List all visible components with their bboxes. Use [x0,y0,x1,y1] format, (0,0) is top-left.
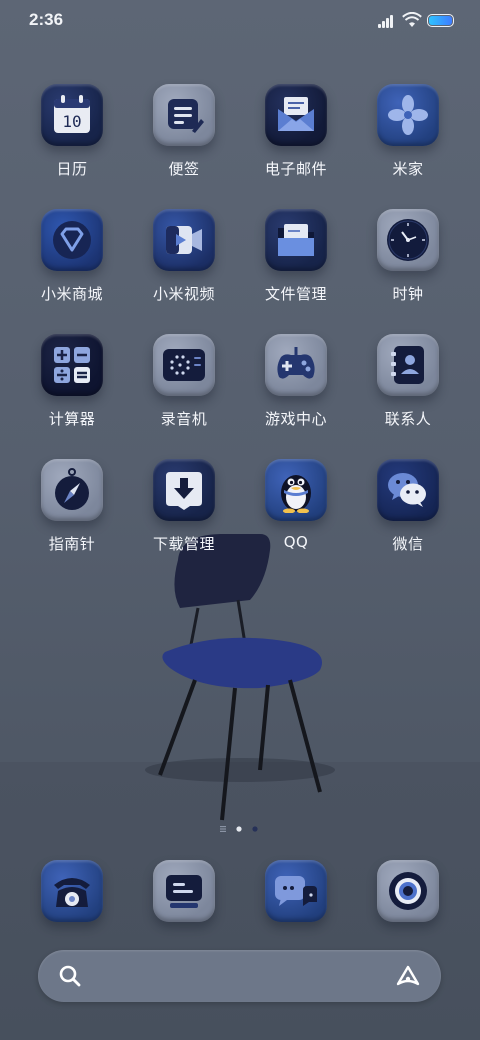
clock-icon [377,209,439,271]
download-icon [153,459,215,521]
app-label: 电子邮件 [264,160,327,178]
page-indicator-menu-icon [220,826,226,832]
app-wechat[interactable]: 微信 [352,459,464,569]
app-label: 小米商城 [40,285,103,303]
app-gamecenter[interactable]: 游戏中心 [240,334,352,444]
app-label: 日历 [56,160,88,178]
contacts-icon [377,334,439,396]
app-compass[interactable]: 指南针 [16,459,128,569]
app-label: 便签 [168,160,200,178]
signal-icon [378,14,396,28]
app-mail[interactable]: 电子邮件 [240,84,352,194]
app-notes[interactable]: 便签 [128,84,240,194]
app-label: 小米视频 [152,285,215,303]
battery-icon [427,14,454,27]
store-icon [41,209,103,271]
flower-icon [377,84,439,146]
app-files[interactable]: 文件管理 [240,209,352,319]
app-label: 微信 [392,535,424,553]
wifi-icon [402,12,422,27]
page-dot-active [236,826,242,832]
app-qq[interactable]: QQ [240,459,352,569]
status-time: 2:36 [29,10,64,29]
camera-icon [377,860,439,922]
app-label: 时钟 [392,285,424,303]
video-icon [153,209,215,271]
mail-icon [265,84,327,146]
app-label: 指南针 [48,535,96,553]
chat-icon [265,860,327,922]
app-mivideo[interactable]: 小米视频 [128,209,240,319]
calendar-day: 10 [62,112,81,131]
app-label: 下载管理 [152,535,215,553]
app-label: QQ [283,533,309,551]
message-icon [153,860,215,922]
dock-phone[interactable] [16,860,128,930]
page-dot [252,826,258,832]
dock-camera[interactable] [352,860,464,930]
assistant-icon[interactable] [395,964,421,988]
recorder-icon [153,334,215,396]
status-bar: 2:36 [0,0,480,42]
folder-icon [265,209,327,271]
app-label: 米家 [392,160,424,178]
search-icon[interactable] [58,964,82,988]
notes-icon [153,84,215,146]
wechat-icon [377,459,439,521]
page-indicator[interactable] [218,824,268,834]
app-label: 录音机 [160,410,208,428]
chair-wallpaper-image [145,534,335,821]
app-calculator[interactable]: 计算器 [16,334,128,444]
calendar-icon: 10 [41,84,103,146]
app-recorder[interactable]: 录音机 [128,334,240,444]
phone-icon [41,860,103,922]
app-mistore[interactable]: 小米商城 [16,209,128,319]
search-bar[interactable] [38,950,441,1002]
app-mijia[interactable]: 米家 [352,84,464,194]
app-contacts[interactable]: 联系人 [352,334,464,444]
dock-messages-app[interactable] [128,860,240,930]
app-label: 文件管理 [264,285,327,303]
penguin-icon [265,459,327,521]
calculator-icon [41,334,103,396]
gamepad-icon [265,334,327,396]
compass-icon [41,459,103,521]
app-label: 游戏中心 [264,410,327,428]
app-downloads[interactable]: 下载管理 [128,459,240,569]
app-label: 联系人 [384,410,432,428]
app-clock[interactable]: 时钟 [352,209,464,319]
app-calendar[interactable]: 10 日历 [16,84,128,194]
dock-chat[interactable] [240,860,352,930]
app-label: 计算器 [48,410,96,428]
